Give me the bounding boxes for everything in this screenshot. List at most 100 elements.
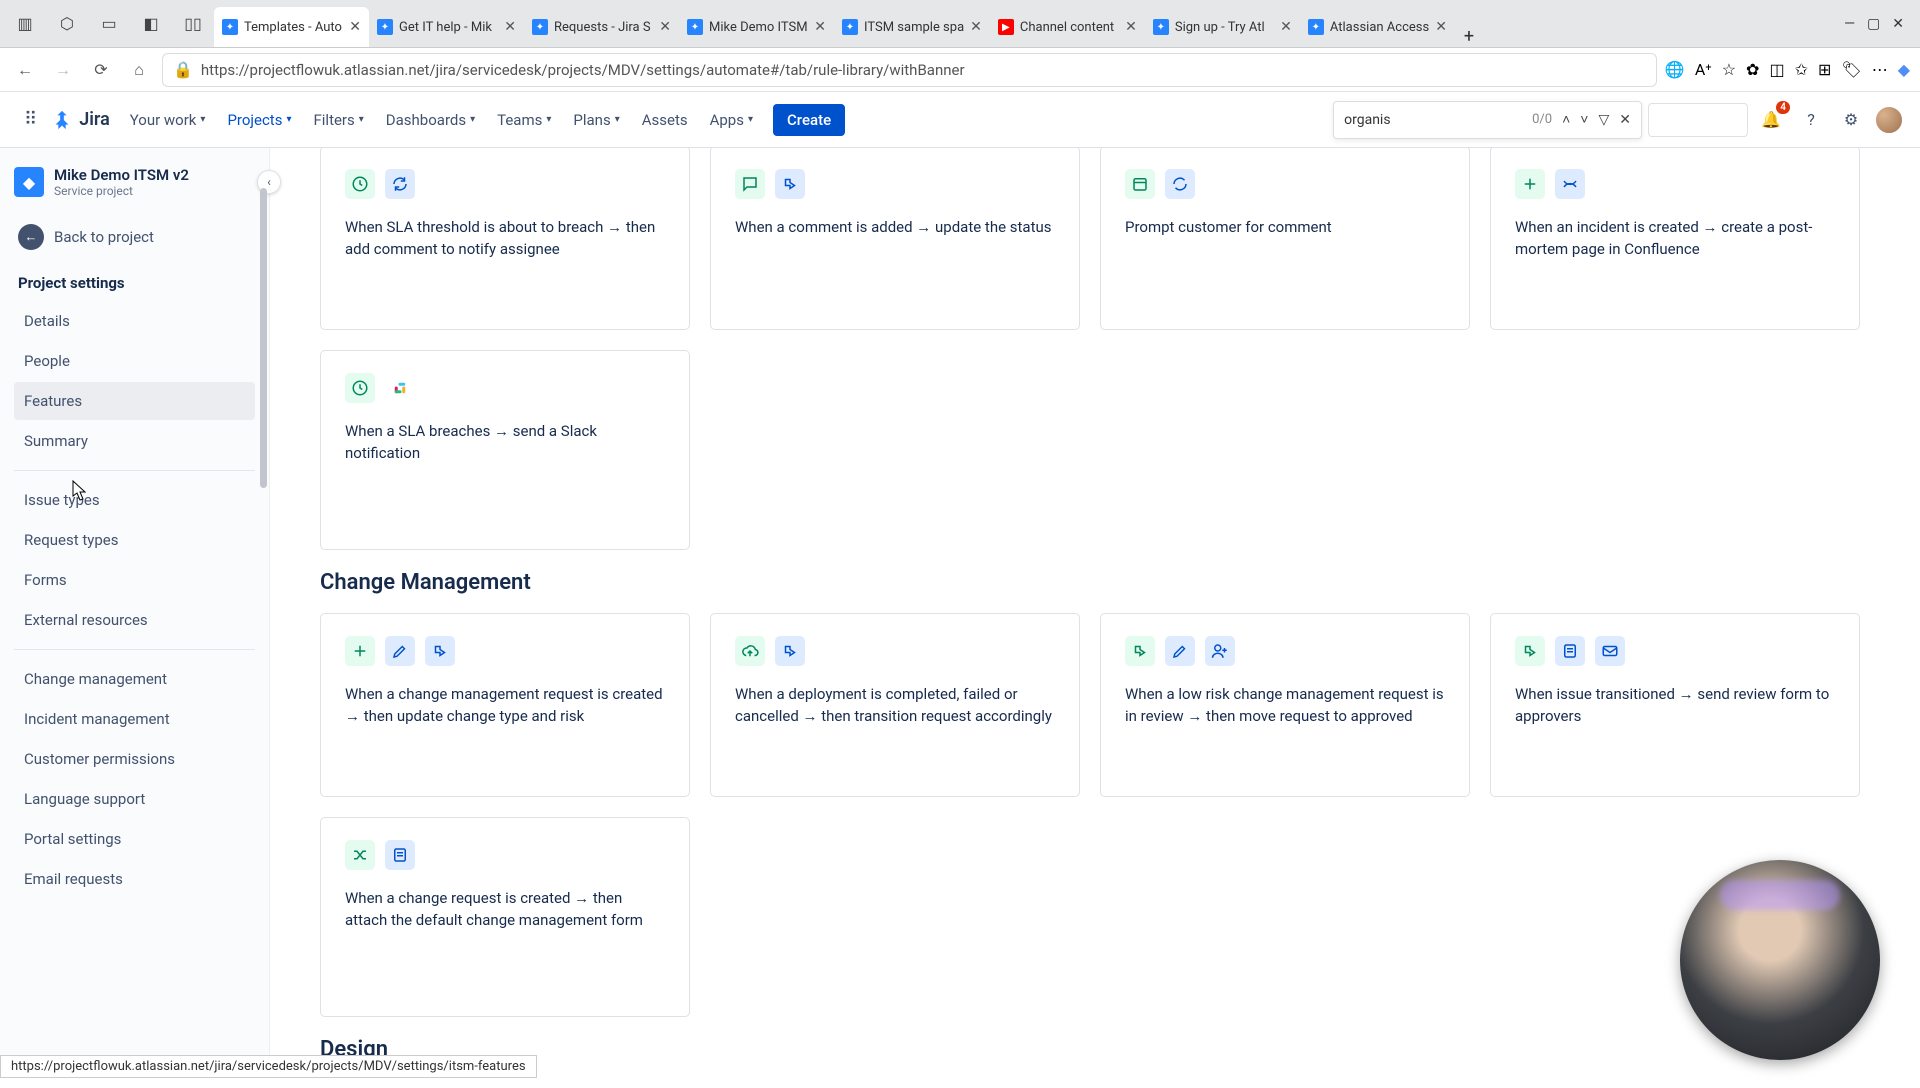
nav-plans[interactable]: Plans▾ <box>565 107 627 133</box>
scrollbar-thumb[interactable] <box>260 188 267 488</box>
edit-icon <box>385 636 415 666</box>
template-card[interactable]: When a change request is created → then … <box>320 817 690 1017</box>
template-card[interactable]: When an incident is created → create a p… <box>1490 148 1860 330</box>
sidebar-scrollbar[interactable] <box>259 158 269 1088</box>
sidebar-item-summary[interactable]: Summary <box>14 422 255 460</box>
user-avatar[interactable] <box>1874 105 1904 135</box>
project-header[interactable]: ◆ Mike Demo ITSM v2 Service project <box>14 160 255 212</box>
tab-actions-icon[interactable]: ▭ <box>94 9 124 39</box>
close-icon[interactable]: ✕ <box>814 19 826 35</box>
forward-button: → <box>48 55 78 85</box>
help-icon[interactable]: ? <box>1794 103 1828 137</box>
edge-menu-icon[interactable]: ▥ <box>10 9 40 39</box>
ext-puzzle-icon[interactable]: ✿ <box>1746 60 1759 79</box>
tab-get-it-help[interactable]: ✦Get IT help - Mik✕ <box>369 7 524 47</box>
tab-channel-content[interactable]: ▶Channel content✕ <box>990 7 1145 47</box>
lock-icon[interactable]: 🔒 <box>173 60 193 79</box>
jira-search[interactable] <box>1648 103 1748 137</box>
template-card[interactable]: When a change management request is crea… <box>320 613 690 797</box>
sidebar-item-language-support[interactable]: Language support <box>14 780 255 818</box>
url-input[interactable] <box>201 61 1646 79</box>
chevron-down-icon: ▾ <box>470 114 475 125</box>
nav-projects[interactable]: Projects▾ <box>219 107 299 133</box>
close-icon[interactable]: ✕ <box>970 19 982 35</box>
window-controls: — ▢ ✕ <box>1832 16 1916 32</box>
find-close-icon[interactable]: ✕ <box>1619 112 1631 128</box>
tab-itsm-sample[interactable]: ✦ITSM sample spa✕ <box>834 7 990 47</box>
close-icon[interactable]: ✕ <box>659 19 671 35</box>
refresh-button[interactable]: ⟳ <box>86 55 116 85</box>
template-card[interactable]: When SLA threshold is about to breach → … <box>320 148 690 330</box>
find-next-icon[interactable]: ˅ <box>1580 111 1588 128</box>
template-card[interactable]: When a SLA breaches → send a Slack notif… <box>320 350 690 550</box>
favorites-bar-icon[interactable]: ✩ <box>1795 60 1808 79</box>
jira-logo[interactable]: Jira <box>51 109 110 131</box>
settings-icon[interactable]: ⚙ <box>1834 103 1868 137</box>
app-switcher-icon[interactable]: ⠿ <box>16 105 45 134</box>
sidebar-item-request-types[interactable]: Request types <box>14 521 255 559</box>
back-label: Back to project <box>54 228 154 246</box>
nav-label: Dashboards <box>386 111 466 129</box>
more-icon[interactable]: ⋯ <box>1872 60 1888 79</box>
reader-icon[interactable]: A⁺ <box>1695 60 1712 79</box>
close-icon[interactable]: ✕ <box>504 19 516 35</box>
nav-teams[interactable]: Teams▾ <box>489 107 559 133</box>
nav-apps[interactable]: Apps▾ <box>702 107 761 133</box>
shopping-icon[interactable]: 🏷 <box>1841 60 1861 79</box>
workspaces-icon[interactable]: ⬡ <box>52 9 82 39</box>
nav-assets[interactable]: Assets <box>634 107 696 133</box>
nav-dashboards[interactable]: Dashboards ▾ <box>378 107 483 133</box>
close-icon[interactable]: ✕ <box>349 19 361 35</box>
home-button[interactable]: ⌂ <box>124 55 154 85</box>
sidebar-item-forms[interactable]: Forms <box>14 561 255 599</box>
minimize-icon[interactable]: — <box>1844 16 1855 32</box>
sidebar-item-features[interactable]: Features <box>14 382 255 420</box>
sidebar-item-issue-types[interactable]: Issue types <box>14 481 255 519</box>
jira-icon <box>51 109 73 131</box>
nav-your-work[interactable]: Your work▾ <box>122 107 214 133</box>
notifications-icon[interactable]: 🔔4 <box>1754 103 1788 137</box>
tab-atlassian-access[interactable]: ✦Atlassian Access✕ <box>1300 7 1455 47</box>
sidebar-item-external-resources[interactable]: External resources <box>14 601 255 639</box>
copilot-icon[interactable]: ◆ <box>1898 60 1910 79</box>
template-card[interactable]: When a comment is added → update the sta… <box>710 148 1080 330</box>
find-prev-icon[interactable]: ˄ <box>1562 111 1570 128</box>
tab-sign-up[interactable]: ✦Sign up - Try Atl✕ <box>1145 7 1300 47</box>
favorite-icon[interactable]: ☆ <box>1722 60 1736 79</box>
close-window-icon[interactable]: ✕ <box>1892 16 1904 32</box>
sidebar-item-incident-management[interactable]: Incident management <box>14 700 255 738</box>
sidebar-item-portal-settings[interactable]: Portal settings <box>14 820 255 858</box>
close-icon[interactable]: ✕ <box>1125 19 1137 35</box>
url-box[interactable]: 🔒 <box>162 53 1657 87</box>
back-to-project[interactable]: ← Back to project <box>14 212 255 262</box>
sidebar-item-email-requests[interactable]: Email requests <box>14 860 255 898</box>
close-icon[interactable]: ✕ <box>1435 19 1447 35</box>
collections-icon[interactable]: ⊞ <box>1818 60 1831 79</box>
find-input[interactable] <box>1344 112 1522 128</box>
new-tab-button[interactable]: + <box>1455 26 1483 47</box>
collections-bar-icon[interactable]: ▯▯ <box>178 9 208 39</box>
template-card[interactable]: When issue transitioned → send review fo… <box>1490 613 1860 797</box>
sidebar-item-people[interactable]: People <box>14 342 255 380</box>
template-card[interactable]: When a low risk change management reques… <box>1100 613 1470 797</box>
maximize-icon[interactable]: ▢ <box>1867 16 1880 32</box>
template-card[interactable]: Prompt customer for comment <box>1100 148 1470 330</box>
close-icon[interactable]: ✕ <box>1280 19 1292 35</box>
split-screen-icon[interactable]: ◫ <box>1769 60 1784 79</box>
card-text: When a SLA breaches → send a Slack notif… <box>345 421 665 465</box>
find-filter-icon[interactable]: ▽ <box>1598 112 1609 128</box>
browser-titlebar: ▥ ⬡ ▭ ◧ ▯▯ ✦Templates - Auto✕ ✦Get IT he… <box>0 0 1920 48</box>
template-card[interactable]: When a deployment is completed, failed o… <box>710 613 1080 797</box>
back-button[interactable]: ← <box>10 55 40 85</box>
tab-templates[interactable]: ✦Templates - Auto✕ <box>214 7 369 47</box>
translate-icon[interactable]: 🌐 <box>1665 60 1685 79</box>
vertical-tabs-icon[interactable]: ◧ <box>136 9 166 39</box>
sidebar-item-change-management[interactable]: Change management <box>14 660 255 698</box>
project-title: Mike Demo ITSM v2 <box>54 166 189 184</box>
sidebar-item-details[interactable]: Details <box>14 302 255 340</box>
tab-mike-demo[interactable]: ✦Mike Demo ITSM✕ <box>679 7 834 47</box>
tab-requests[interactable]: ✦Requests - Jira S✕ <box>524 7 679 47</box>
create-button[interactable]: Create <box>773 104 845 136</box>
sidebar-item-customer-permissions[interactable]: Customer permissions <box>14 740 255 778</box>
nav-filters[interactable]: Filters▾ <box>305 107 371 133</box>
